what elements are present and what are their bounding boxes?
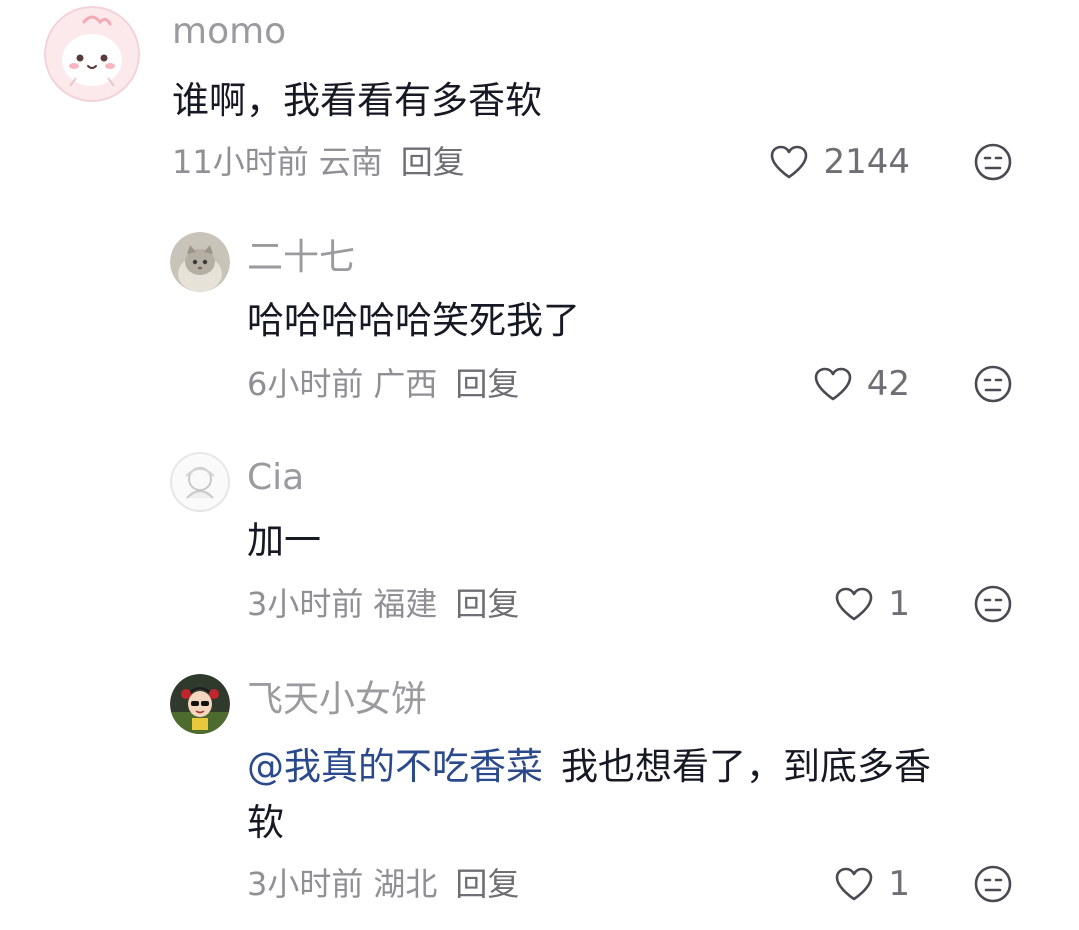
- comment-location: 湖北: [373, 865, 438, 903]
- avatar[interactable]: [170, 452, 230, 512]
- username[interactable]: momo: [172, 14, 286, 50]
- reply-item: 二十七 哈哈哈哈哈笑死我了 6小时前 广西 回复 42: [0, 220, 1079, 420]
- comment-text: 谁啊，我看看有多香软: [172, 79, 542, 122]
- dislike-button[interactable]: [973, 584, 1013, 624]
- heart-icon: [771, 145, 808, 179]
- reply-button[interactable]: 回复: [455, 365, 519, 403]
- avatar-image: [170, 452, 230, 512]
- like-button[interactable]: 42: [790, 364, 910, 404]
- comment-text: 哈哈哈哈哈笑死我了: [247, 299, 580, 342]
- like-count: 1: [888, 864, 910, 904]
- like-button[interactable]: 2144: [760, 142, 910, 182]
- like-button[interactable]: 1: [820, 584, 910, 624]
- like-button[interactable]: 1: [820, 864, 910, 904]
- comment-meta: 6小时前 广西 回复: [247, 368, 529, 400]
- dislike-button[interactable]: [973, 864, 1013, 904]
- comment-location: 福建: [373, 585, 438, 623]
- comment-time: 11小时前: [172, 143, 309, 181]
- reply-item: Cia 加一 3小时前 福建 回复 1: [0, 440, 1079, 640]
- username[interactable]: 飞天小女饼: [247, 682, 427, 718]
- comment-meta: 11小时前 云南 回复: [172, 146, 475, 178]
- comment-text: 加一: [247, 519, 321, 562]
- comment-time: 3小时前: [247, 865, 364, 903]
- reply-item: 飞天小女饼 @我真的不吃香菜 我也想看了，到底多香 软 3小时前 湖北 回复 1: [0, 662, 1079, 930]
- username[interactable]: 二十七: [247, 240, 355, 276]
- comment-item: momo 谁啊，我看看有多香软 11小时前 云南 回复 2144: [0, 0, 1079, 200]
- avatar-image: [44, 6, 140, 102]
- avatar-image: [170, 674, 230, 734]
- comment-text-continued: 软: [247, 801, 284, 844]
- avatar[interactable]: [44, 6, 140, 102]
- comment-text-line1: 我也想看了，到底多香: [561, 745, 931, 788]
- comment-time: 6小时前: [247, 365, 364, 403]
- username[interactable]: Cia: [247, 460, 304, 496]
- like-count: 42: [866, 364, 910, 404]
- dislike-button[interactable]: [973, 142, 1013, 182]
- comment-location: 广西: [373, 365, 438, 403]
- dislike-button[interactable]: [973, 364, 1013, 404]
- reply-button[interactable]: 回复: [401, 143, 465, 181]
- comment-meta: 3小时前 福建 回复: [247, 588, 529, 620]
- avatar-image: [170, 232, 230, 292]
- avatar[interactable]: [170, 674, 230, 734]
- comment-meta: 3小时前 湖北 回复: [247, 868, 529, 900]
- comment-text: @我真的不吃香菜 我也想看了，到底多香: [247, 748, 931, 785]
- heart-icon: [836, 867, 873, 901]
- dislike-face-icon: [974, 585, 1012, 623]
- dislike-face-icon: [974, 365, 1012, 403]
- comment-time: 3小时前: [247, 585, 364, 623]
- comment-location: 云南: [318, 143, 383, 181]
- heart-icon: [836, 587, 873, 621]
- avatar[interactable]: [170, 232, 230, 292]
- like-count: 1: [888, 584, 910, 624]
- reply-button[interactable]: 回复: [455, 865, 519, 903]
- like-count: 2144: [823, 142, 910, 182]
- mention-link[interactable]: @我真的不吃香菜: [247, 745, 543, 788]
- heart-icon: [814, 367, 852, 401]
- dislike-face-icon: [974, 865, 1012, 903]
- dislike-face-icon: [974, 143, 1012, 181]
- reply-button[interactable]: 回复: [455, 585, 519, 623]
